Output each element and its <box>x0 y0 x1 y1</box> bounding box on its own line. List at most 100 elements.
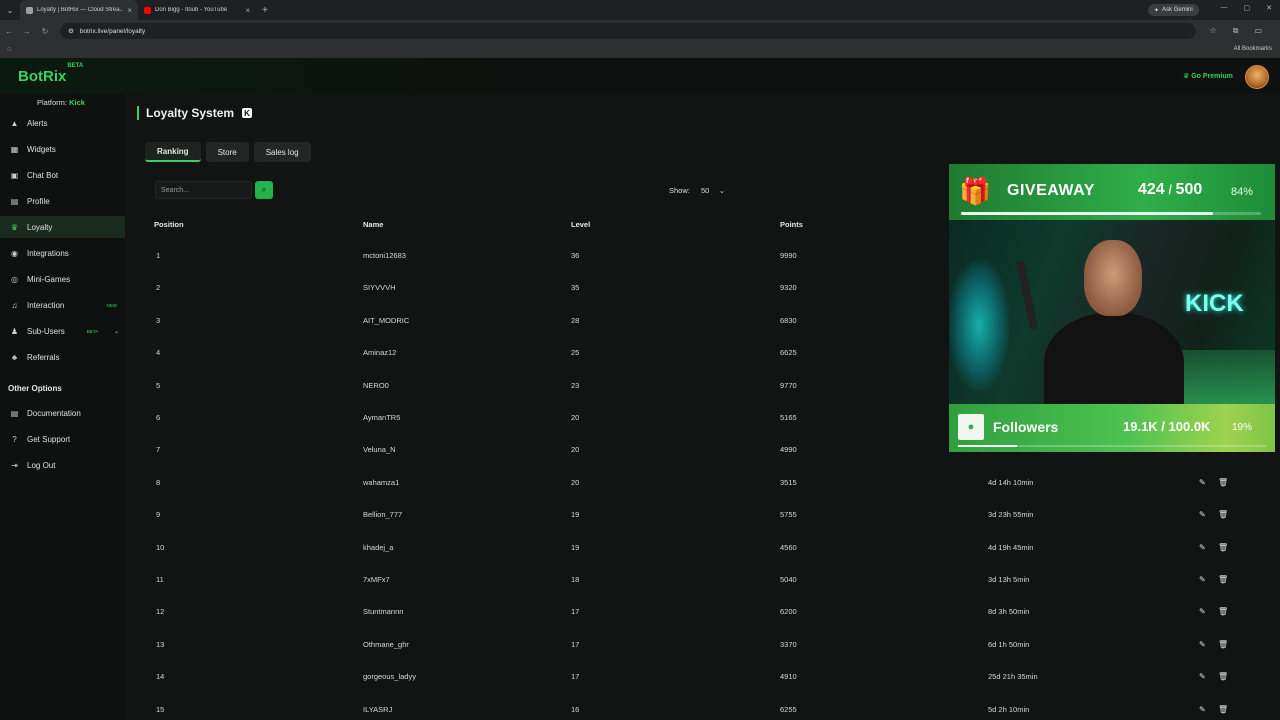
forward-icon[interactable]: → <box>18 27 36 36</box>
column-position[interactable]: Position <box>154 220 184 229</box>
cell-time: 3d 13h 5min <box>988 575 1030 584</box>
cell-position: 12 <box>156 607 165 617</box>
tab-title: Don Bigg - Itoub - YouTube <box>155 7 228 13</box>
sidebar-item-label: Loyalty <box>27 222 53 232</box>
go-premium-button[interactable]: ♛ Go Premium <box>1183 72 1233 80</box>
tab-store[interactable]: Store <box>205 142 249 162</box>
logo-beta: BETA <box>67 63 84 69</box>
site-info-icon[interactable]: ⚙ <box>68 27 74 35</box>
delete-icon[interactable]: 🗑 <box>1218 640 1228 649</box>
sidebar-item-alerts[interactable]: ▲ Alerts <box>0 112 125 134</box>
ask-gemini-button[interactable]: ✦ Ask Gemini <box>1148 4 1199 16</box>
search-button[interactable]: ⌕ <box>255 181 273 199</box>
cell-points: 4990 <box>780 445 797 455</box>
address-bar[interactable]: ⚙ botrix.live/panel/loyalty <box>60 23 1196 39</box>
sidebar-item-loyalty[interactable]: ♛ Loyalty <box>0 216 125 238</box>
help-icon: ? <box>12 434 17 444</box>
delete-icon[interactable]: 🗑 <box>1218 543 1228 552</box>
edit-icon[interactable]: ✎ <box>1199 640 1206 649</box>
browser-tab-botrix[interactable]: Loyalty | BotRix — Cloud Strea... × <box>20 0 138 20</box>
show-count-value: 50 <box>701 185 710 195</box>
sidebar-item-documentation[interactable]: ▤ Documentation <box>0 402 125 424</box>
delete-icon[interactable]: 🗑 <box>1218 607 1228 616</box>
tab-sales-log[interactable]: Sales log <box>253 142 311 162</box>
new-tab-button[interactable]: + <box>256 5 274 16</box>
page-title: Loyalty System K <box>137 106 253 120</box>
giveaway-progress-bar <box>961 212 1261 215</box>
followers-percent: 19% <box>1232 422 1253 433</box>
edit-icon[interactable]: ✎ <box>1199 607 1206 616</box>
close-tab-icon[interactable]: × <box>127 6 132 15</box>
column-name[interactable]: Name <box>363 220 383 229</box>
link-icon: ◉ <box>11 248 18 258</box>
delete-icon[interactable]: 🗑 <box>1218 510 1228 519</box>
delete-icon[interactable]: 🗑 <box>1218 478 1228 487</box>
maximize-icon[interactable]: ▢ <box>1244 4 1251 12</box>
cell-position: 3 <box>156 315 161 325</box>
tab-ranking[interactable]: Ranking <box>145 142 201 162</box>
avatar[interactable] <box>1245 65 1269 89</box>
referral-icon: ♣ <box>11 352 18 362</box>
sidebar-item-mini-games[interactable]: ◎ Mini-Games <box>0 268 125 290</box>
cell-time: 4d 14h 10min <box>988 477 1034 487</box>
gemini-sparkle-icon: ✦ <box>1154 7 1160 14</box>
extensions-icon[interactable]: ⧉ <box>1233 26 1239 36</box>
sidebar-item-get-support[interactable]: ? Get Support <box>0 428 125 450</box>
sidebar-item-profile[interactable]: ▤ Profile <box>0 190 125 212</box>
sidebar-item-log-out[interactable]: ⇥ Log Out <box>0 454 125 476</box>
cell-points: 4910 <box>780 672 797 682</box>
apps-grid-icon[interactable]: ⁘ <box>6 45 13 54</box>
delete-icon[interactable]: 🗑 <box>1218 705 1228 714</box>
followers-count: 19.1K / 100.0K <box>1123 419 1211 434</box>
browser-tab-youtube[interactable]: Don Bigg - Itoub - YouTube × <box>138 0 256 20</box>
webcam-green-light <box>1179 350 1275 404</box>
edit-icon[interactable]: ✎ <box>1199 543 1206 552</box>
tab-search-icon[interactable]: ⌄ <box>0 0 20 20</box>
chevron-down-icon[interactable]: ⌄ <box>114 328 119 335</box>
close-window-icon[interactable]: ✕ <box>1266 4 1272 12</box>
sidebar-item-label: Sub-Users <box>27 326 65 336</box>
delete-icon[interactable]: 🗑 <box>1218 575 1228 584</box>
sidebar-item-interaction[interactable]: ♫ Interaction NEW <box>0 294 125 316</box>
webcam-person-head <box>1084 240 1142 316</box>
cell-level: 17 <box>571 672 580 682</box>
edit-icon[interactable]: ✎ <box>1199 705 1206 714</box>
sidebar-item-integrations[interactable]: ◉ Integrations <box>0 242 125 264</box>
sidebar-item-chat-bot[interactable]: ▣ Chat Bot <box>0 164 125 186</box>
giveaway-overlay: 🎁 GIVEAWAY 424 / 500 84% <box>949 164 1275 220</box>
robot-icon: ▣ <box>10 170 19 180</box>
other-options-heading: Other Options <box>8 384 62 393</box>
sidebar-item-widgets[interactable]: ▦ Widgets <box>0 138 125 160</box>
kick-logo-icon: K <box>242 108 253 118</box>
close-tab-icon[interactable]: × <box>245 6 250 15</box>
column-level[interactable]: Level <box>571 220 590 229</box>
edit-icon[interactable]: ✎ <box>1199 510 1206 519</box>
sidebar-item-referrals[interactable]: ♣ Referrals <box>0 346 125 368</box>
botrix-logo[interactable]: BotRixBETA <box>18 63 83 85</box>
cell-name: 7xMFx7 <box>363 575 390 584</box>
table-row: 13 Othmane_ghr 17 3370 6d 1h 50min ✎ 🗑 <box>154 640 1254 654</box>
cell-level: 19 <box>571 510 580 520</box>
reload-icon[interactable]: ↻ <box>36 27 54 36</box>
delete-icon[interactable]: 🗑 <box>1218 672 1228 681</box>
edit-icon[interactable]: ✎ <box>1199 672 1206 681</box>
search-input[interactable]: Search... <box>155 181 252 199</box>
cell-name: SIYVVVH <box>363 283 396 293</box>
cell-points: 3370 <box>780 639 797 649</box>
all-bookmarks-link[interactable]: All Bookmarks <box>1234 46 1272 52</box>
minimize-icon[interactable]: — <box>1221 4 1228 12</box>
sidebar-item-label: Widgets <box>27 144 56 154</box>
show-count-select[interactable]: 50 ⌄ <box>697 181 729 199</box>
cell-level: 17 <box>571 607 580 617</box>
giveaway-progress-fill <box>961 212 1213 215</box>
cell-level: 36 <box>571 251 580 260</box>
cell-level: 17 <box>571 639 580 649</box>
column-points[interactable]: Points <box>780 220 803 229</box>
sidebar-item-sub-users[interactable]: ♟ Sub-Users BETA ⌄ <box>0 320 125 342</box>
edit-icon[interactable]: ✎ <box>1199 575 1206 584</box>
back-icon[interactable]: ← <box>0 27 18 36</box>
edit-icon[interactable]: ✎ <box>1199 478 1206 487</box>
bookmark-star-icon[interactable]: ☆ <box>1210 26 1217 36</box>
cell-name: Veluna_N <box>363 445 396 455</box>
cast-icon[interactable]: ▭ <box>1254 26 1262 36</box>
